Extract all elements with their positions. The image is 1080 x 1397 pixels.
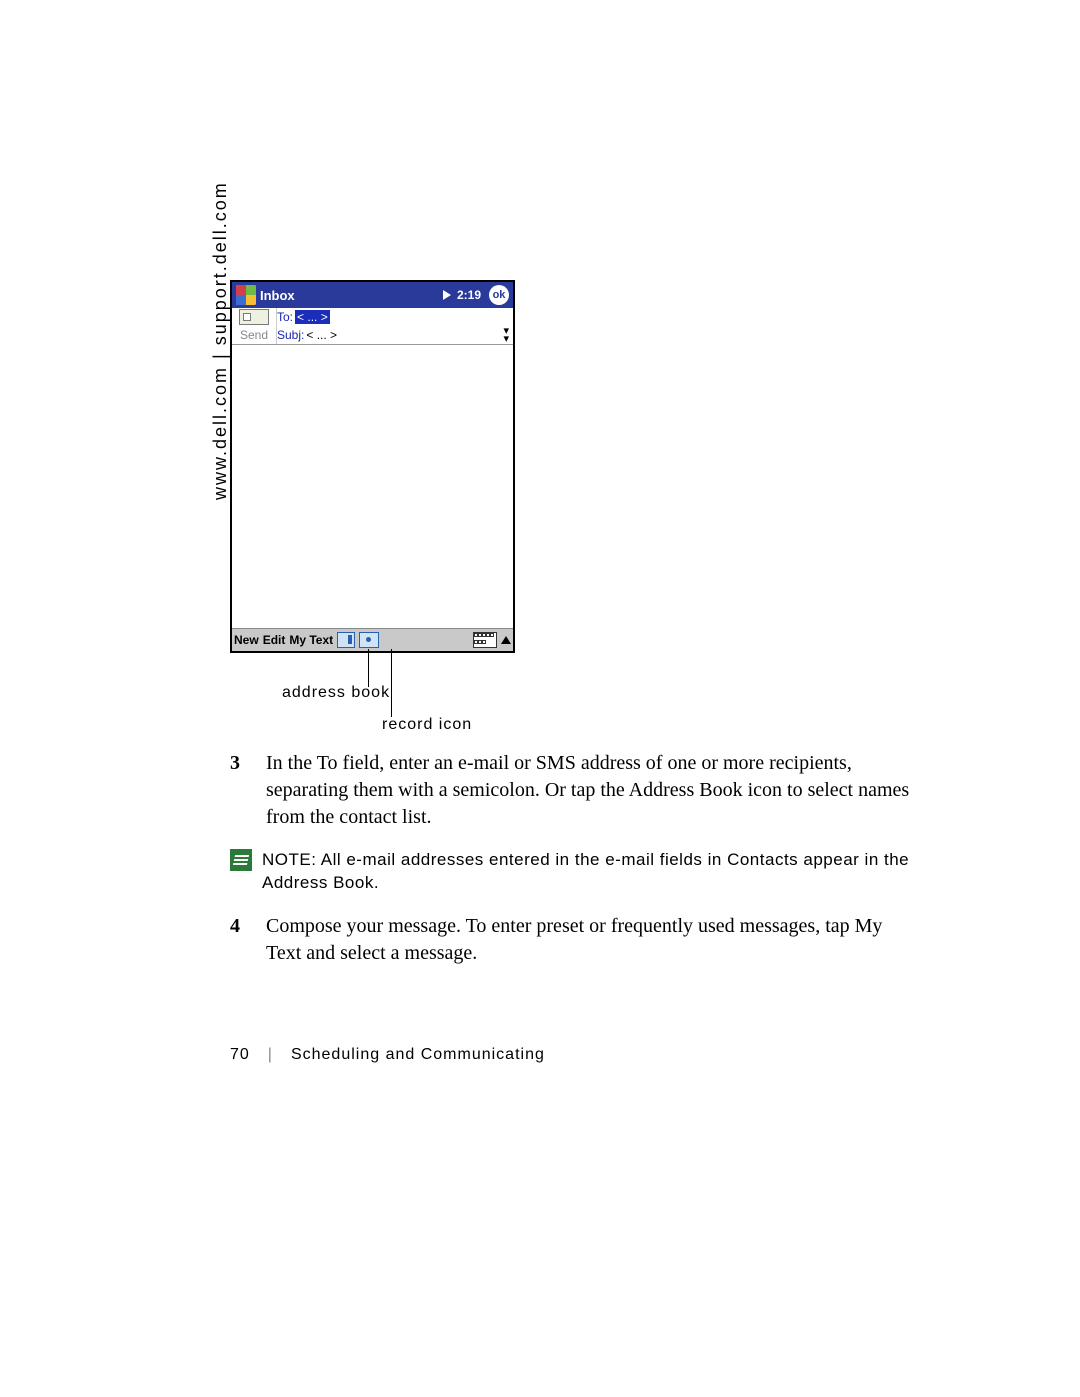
menu-mytext[interactable]: My Text (289, 633, 333, 647)
callout-record-icon: record icon (382, 716, 472, 734)
speaker-icon[interactable] (443, 290, 451, 300)
up-arrow-icon[interactable] (501, 636, 511, 644)
keyboard-icon[interactable] (473, 632, 497, 648)
section-title: Scheduling and Communicating (291, 1046, 545, 1064)
note-text: All e-mail addresses entered in the e-ma… (262, 850, 909, 892)
step-text: Compose your message. To enter preset or… (266, 913, 910, 967)
app-title: Inbox (260, 288, 439, 303)
subj-label: Subj: (277, 328, 304, 342)
clock-text: 2:19 (457, 288, 481, 302)
callout-line (368, 649, 369, 687)
pda-screenshot: Inbox 2:19 ok To: < ... > Send Subj: < .… (230, 280, 515, 653)
address-book-icon[interactable] (337, 632, 355, 648)
expand-chevrons-icon[interactable]: ▾▾ (503, 327, 509, 343)
subj-field[interactable]: < ... > (306, 328, 337, 342)
note-label: NOTE: (262, 850, 321, 869)
account-icon[interactable] (239, 309, 269, 325)
pda-titlebar: Inbox 2:19 ok (232, 282, 513, 308)
message-body[interactable] (232, 345, 513, 628)
step-number: 3 (230, 750, 248, 831)
pda-bottombar: New Edit My Text (232, 628, 513, 651)
footer-separator: | (268, 1046, 273, 1064)
note-icon (230, 849, 252, 871)
ok-button[interactable]: ok (489, 285, 509, 305)
page-footer: 70 | Scheduling and Communicating (230, 1046, 545, 1064)
step-text: In the To field, enter an e-mail or SMS … (266, 750, 910, 831)
menu-edit[interactable]: Edit (263, 633, 286, 647)
record-icon[interactable] (359, 632, 379, 648)
to-label: To: (277, 310, 293, 324)
body-text: 3 In the To field, enter an e-mail or SM… (230, 750, 910, 985)
callout-address-book: address book (282, 684, 390, 702)
callout-line (391, 649, 392, 717)
start-icon[interactable] (236, 285, 256, 305)
menu-new[interactable]: New (234, 633, 259, 647)
side-url-text: www.dell.com | support.dell.com (210, 181, 231, 500)
to-field[interactable]: < ... > (295, 310, 330, 324)
page-number: 70 (230, 1046, 250, 1064)
step-number: 4 (230, 913, 248, 967)
send-button[interactable]: Send (240, 328, 268, 342)
